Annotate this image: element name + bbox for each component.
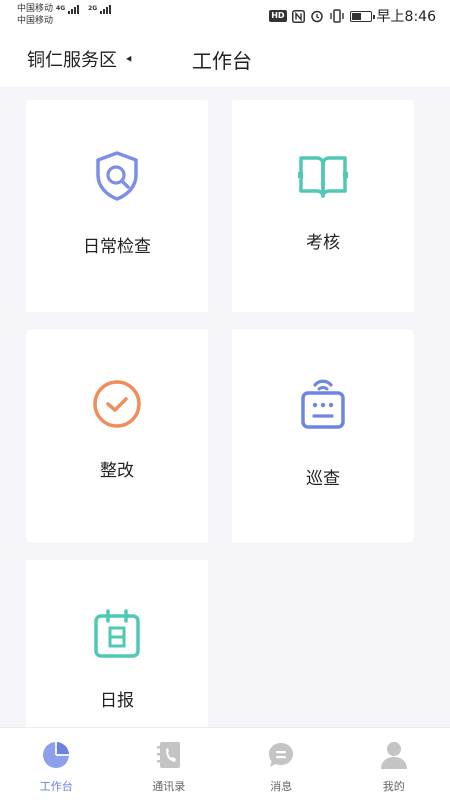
app-header: 铜仁服务区 工作台 (0, 32, 450, 86)
card-label: 巡查 (306, 469, 340, 489)
carrier-1-label: 中国移动 (17, 4, 54, 14)
robot-icon (301, 379, 345, 429)
tab-profile[interactable]: 我的 (338, 728, 450, 800)
signal-2-icon (100, 4, 112, 14)
card-label: 日常检查 (83, 237, 151, 257)
card-rectification[interactable]: 整改 (26, 330, 208, 542)
card-label: 整改 (100, 461, 134, 481)
pie-chart-icon (43, 742, 70, 768)
card-label: 日报 (100, 691, 134, 711)
carrier-2-label: 中国移动 (17, 16, 54, 26)
service-area-selector[interactable]: 铜仁服务区 (27, 46, 134, 72)
status-bar: 中国移动 4G 2G 中国移动 HD 早上8:46 (0, 0, 450, 32)
hd-icon: HD (269, 10, 287, 22)
service-area-label: 铜仁服务区 (27, 50, 117, 71)
dropdown-icon (126, 55, 134, 63)
signal-1-icon (68, 4, 80, 14)
page-title: 工作台 (192, 49, 252, 73)
card-daily-report[interactable]: 日报 (26, 560, 208, 727)
card-label: 考核 (306, 233, 340, 253)
person-icon (380, 742, 407, 769)
check-circle-icon (93, 380, 141, 428)
network-1-type: 4G (56, 5, 66, 12)
clock: 早上8:46 (376, 9, 436, 25)
battery-icon (349, 10, 375, 22)
card-daily-inspection[interactable]: 日常检查 (26, 100, 208, 312)
calendar-icon (94, 609, 140, 658)
vibrate-icon (329, 9, 344, 23)
network-2-type: 2G (88, 5, 98, 12)
tab-messages[interactable]: 消息 (225, 728, 338, 800)
tab-label: 工作台 (39, 780, 73, 793)
card-patrol[interactable]: 巡查 (232, 330, 414, 542)
card-assessment[interactable]: 考核 (232, 100, 414, 312)
message-bubble-icon (269, 743, 294, 767)
tab-label: 我的 (382, 780, 405, 793)
tab-label: 通讯录 (152, 780, 186, 793)
open-book-icon (298, 156, 348, 198)
tab-contacts[interactable]: 通讯录 (113, 728, 226, 800)
tab-label: 消息 (270, 780, 293, 793)
nfc-icon (291, 9, 305, 23)
tab-workbench[interactable]: 工作台 (0, 728, 113, 800)
bottom-tab-bar: 工作台 通讯录 消息 我的 (0, 727, 450, 800)
workbench-grid: 日常检查 考核 整改 巡查 日报 (0, 86, 450, 727)
shield-search-icon (96, 151, 138, 201)
alarm-icon (310, 10, 323, 23)
carrier-info: 中国移动 4G 2G 中国移动 (17, 3, 117, 27)
phone-book-icon (156, 742, 180, 768)
